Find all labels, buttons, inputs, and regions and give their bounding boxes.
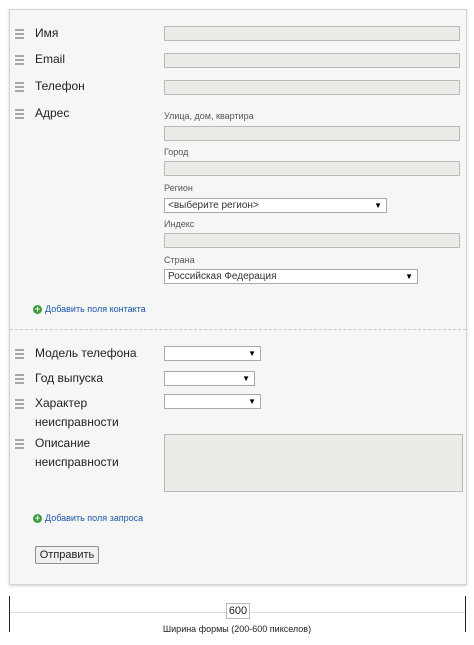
drag-handle-icon[interactable] xyxy=(15,349,25,361)
add-request-fields-link[interactable]: + Добавить поля запроса xyxy=(33,513,143,523)
address-zip-label: Индекс xyxy=(164,219,195,229)
drag-handle-icon[interactable] xyxy=(15,55,25,67)
plus-circle-icon: + xyxy=(33,512,42,523)
address-region-value: <выберите регион> xyxy=(168,200,259,211)
description-textarea[interactable] xyxy=(164,434,463,492)
address-zip-input[interactable] xyxy=(164,233,460,248)
address-city-label: Город xyxy=(164,147,189,157)
address-region-label: Регион xyxy=(164,183,193,193)
phone-input[interactable] xyxy=(164,80,460,95)
fault-label: Характер неисправности xyxy=(35,394,119,432)
year-select[interactable]: ▼ xyxy=(164,371,255,386)
fault-label-line2: неисправности xyxy=(35,415,119,429)
ruler-value: 600 xyxy=(226,603,250,619)
drag-handle-icon[interactable] xyxy=(15,109,25,121)
drag-handle-icon[interactable] xyxy=(15,399,25,411)
chevron-down-icon: ▼ xyxy=(248,349,256,358)
phone-model-label: Модель телефона xyxy=(35,346,137,360)
add-contact-fields-link[interactable]: + Добавить поля контакта xyxy=(33,304,146,314)
phone-label: Телефон xyxy=(35,79,85,93)
address-region-select[interactable]: <выберите регион> ▼ xyxy=(164,198,387,213)
name-label: Имя xyxy=(35,26,59,40)
add-contact-fields-label: Добавить поля контакта xyxy=(45,304,146,314)
drag-handle-icon[interactable] xyxy=(15,82,25,94)
address-country-label: Страна xyxy=(164,255,195,265)
chevron-down-icon: ▼ xyxy=(374,201,382,210)
contact-form: Имя Email Телефон Адрес Улица, дом, квар… xyxy=(9,9,467,585)
fault-select[interactable]: ▼ xyxy=(164,394,261,409)
description-label-line2: неисправности xyxy=(35,455,119,469)
chevron-down-icon: ▼ xyxy=(248,397,256,406)
email-input[interactable] xyxy=(164,53,460,68)
address-city-input[interactable] xyxy=(164,161,460,176)
description-label-line1: Описание xyxy=(35,436,91,450)
submit-button[interactable]: Отправить xyxy=(35,546,99,564)
chevron-down-icon: ▼ xyxy=(242,374,250,383)
drag-handle-icon[interactable] xyxy=(15,439,25,451)
address-street-label: Улица, дом, квартира xyxy=(164,111,254,121)
fault-label-line1: Характер xyxy=(35,396,88,410)
drag-handle-icon[interactable] xyxy=(15,374,25,386)
address-country-value: Российская Федерация xyxy=(168,271,277,282)
address-street-input[interactable] xyxy=(164,126,460,141)
ruler-caption: Ширина формы (200-600 пикселов) xyxy=(162,624,312,634)
description-label: Описание неисправности xyxy=(35,434,119,472)
year-label: Год выпуска xyxy=(35,371,103,385)
chevron-down-icon: ▼ xyxy=(405,272,413,281)
add-request-fields-label: Добавить поля запроса xyxy=(45,513,144,523)
phone-model-select[interactable]: ▼ xyxy=(164,346,261,361)
plus-circle-icon: + xyxy=(33,303,42,314)
section-divider xyxy=(10,329,466,330)
name-input[interactable] xyxy=(164,26,460,41)
email-label: Email xyxy=(35,52,66,66)
address-country-select[interactable]: Российская Федерация ▼ xyxy=(164,269,418,284)
address-label: Адрес xyxy=(35,106,70,120)
drag-handle-icon[interactable] xyxy=(15,29,25,41)
